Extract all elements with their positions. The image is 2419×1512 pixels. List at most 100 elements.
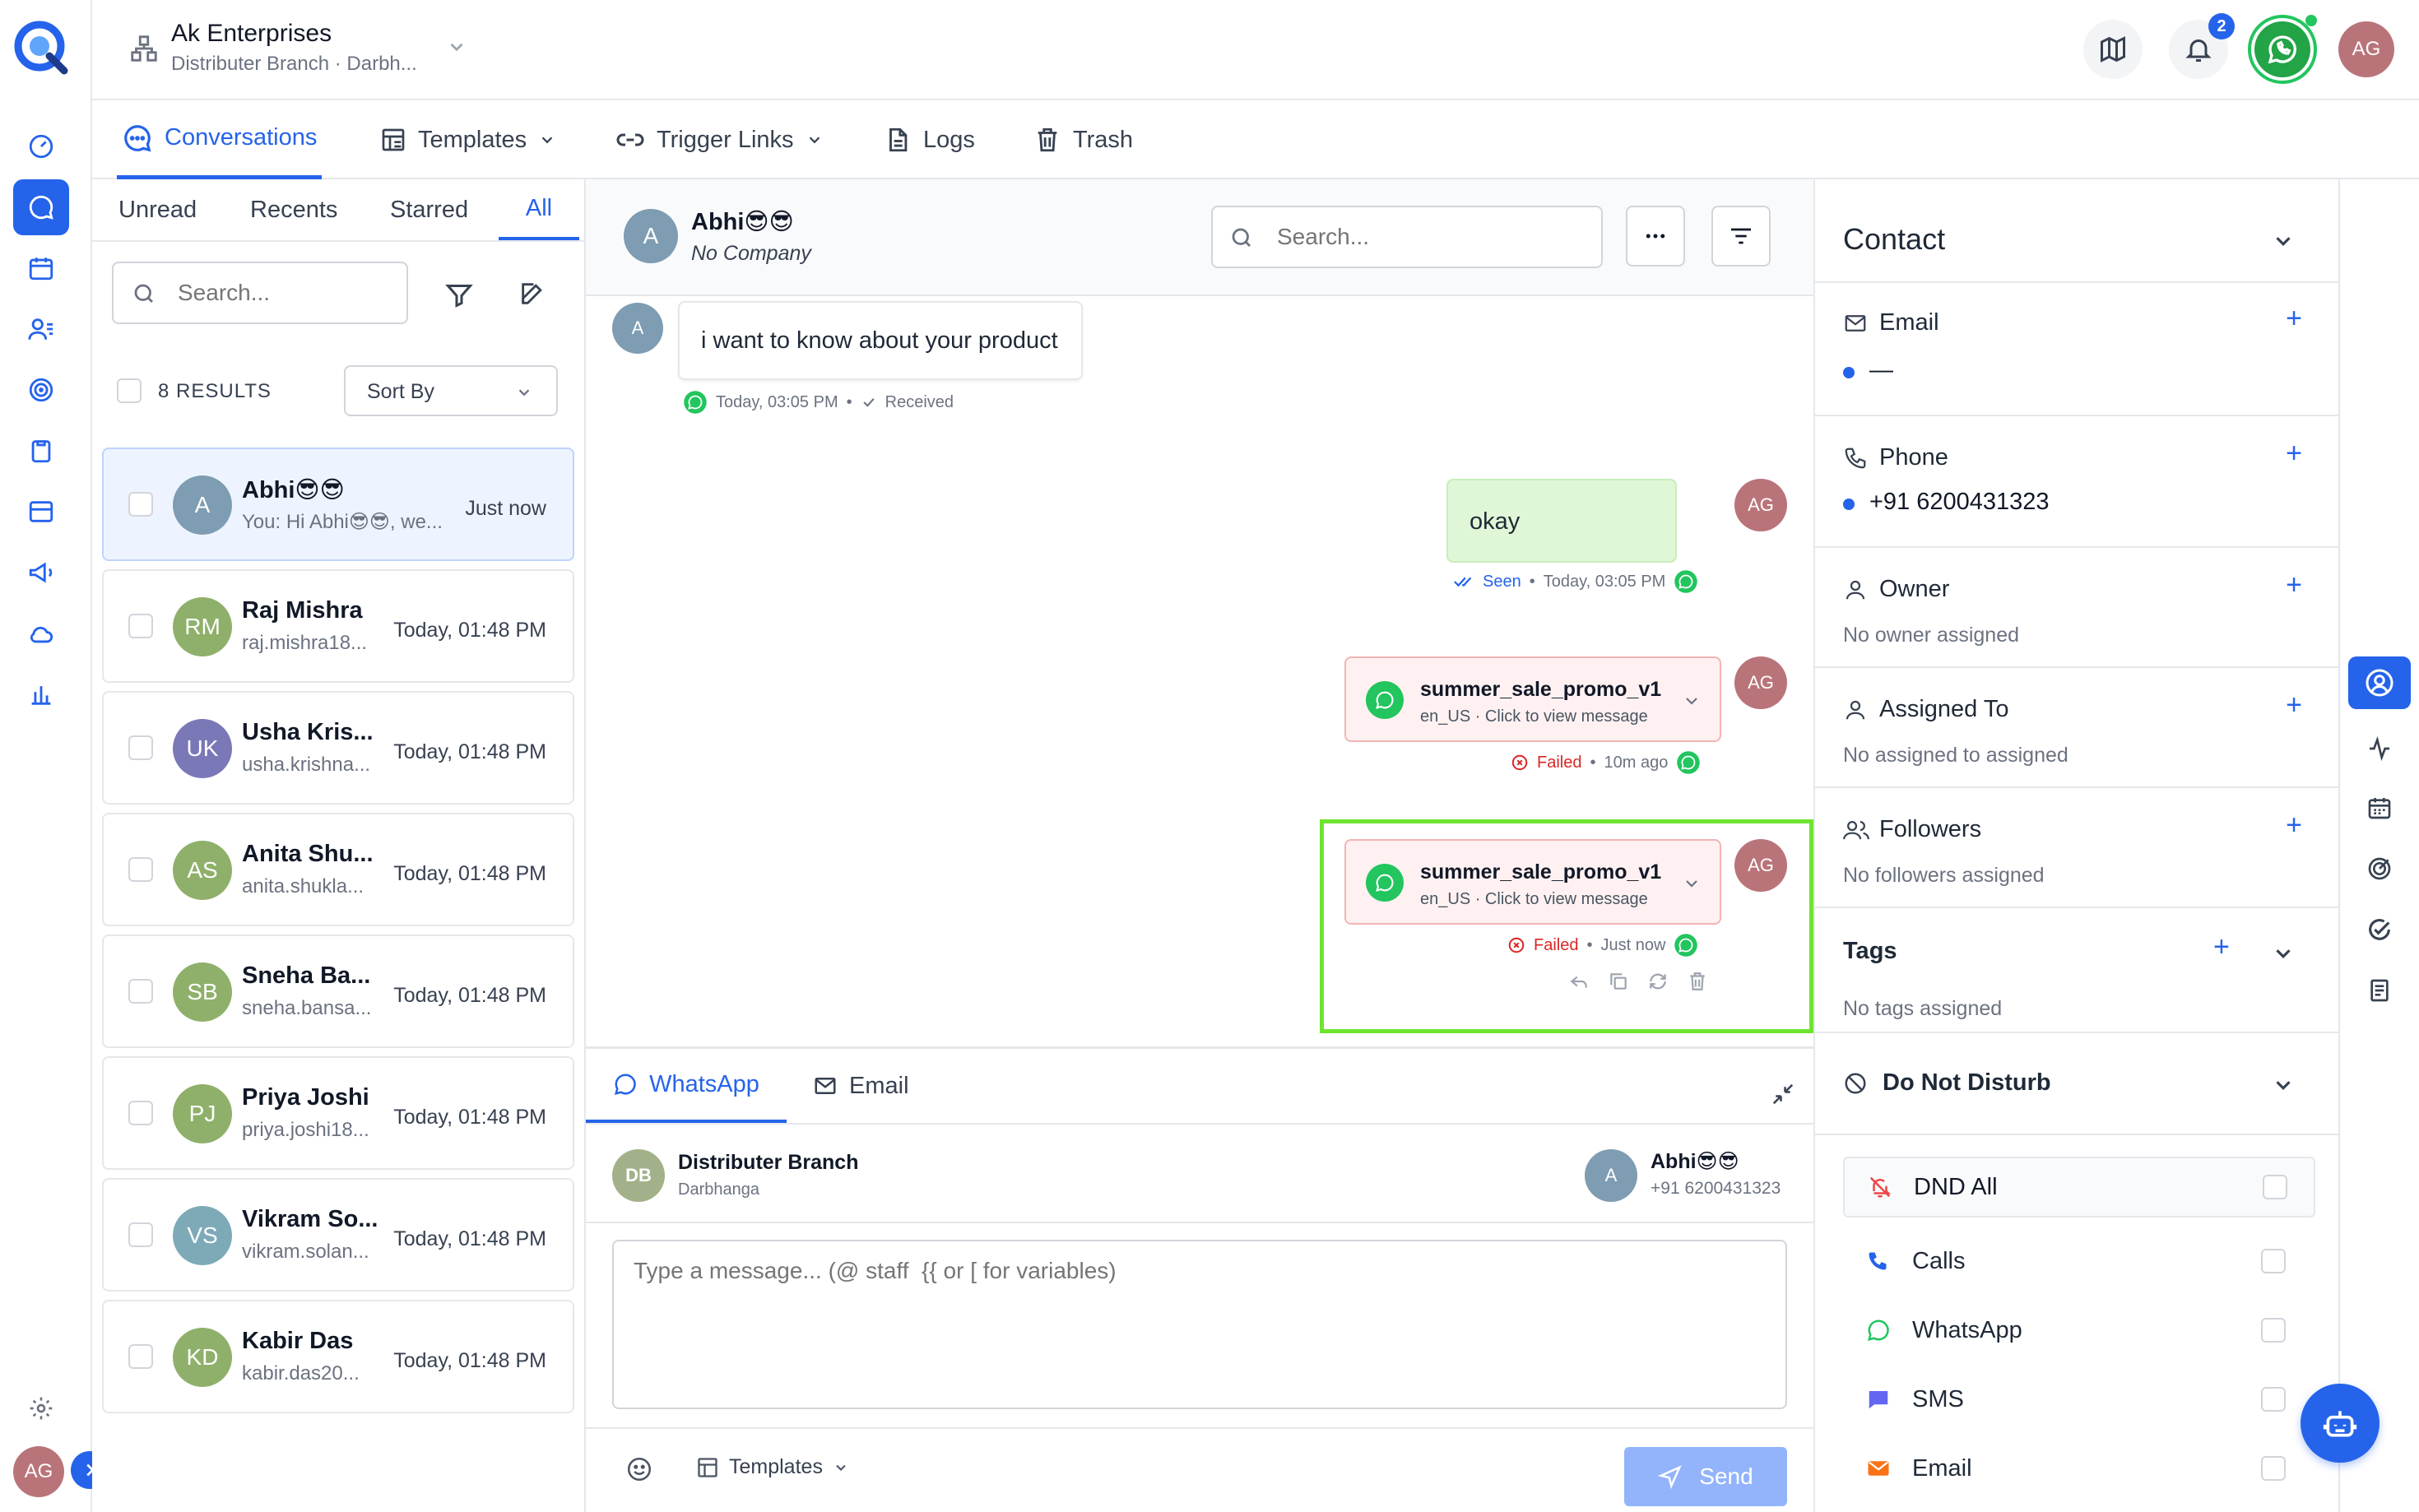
activity-icon[interactable]: [2348, 722, 2411, 775]
sort-by-select[interactable]: Sort By: [344, 365, 558, 416]
message-input[interactable]: [612, 1240, 1787, 1409]
add-assigned-button[interactable]: +: [2286, 689, 2302, 721]
reports-icon[interactable]: [13, 666, 69, 722]
copy-icon[interactable]: [1608, 971, 1629, 992]
retry-icon[interactable]: [1647, 971, 1669, 992]
filter-all[interactable]: All: [499, 179, 579, 240]
dnd-calls-row[interactable]: Calls: [1843, 1231, 2315, 1292]
task-check-icon[interactable]: [2348, 903, 2411, 956]
incoming-message-bubble[interactable]: i want to know about your product: [678, 301, 1083, 380]
tab-templates[interactable]: Templates: [380, 100, 556, 179]
conversation-checkbox[interactable]: [128, 1222, 153, 1247]
filter-starred[interactable]: Starred: [390, 179, 468, 240]
send-button[interactable]: Send: [1624, 1447, 1787, 1506]
composer-tab-email[interactable]: Email: [813, 1049, 909, 1123]
chevron-down-icon[interactable]: [2271, 941, 2296, 966]
chat-contact-name[interactable]: Abhi😎😎: [691, 207, 794, 236]
select-all-checkbox[interactable]: [117, 378, 142, 403]
contact-header[interactable]: Contact: [1815, 194, 2338, 283]
conversation-checkbox[interactable]: [128, 614, 153, 638]
conversation-item[interactable]: PJ Priya Joshi priya.joshi18... Today, 01:4…: [102, 1056, 574, 1170]
conversation-checkbox[interactable]: [128, 492, 153, 517]
tab-logs[interactable]: Logs: [884, 100, 975, 179]
more-options-button[interactable]: [1626, 206, 1685, 267]
calendar-icon[interactable]: [13, 240, 69, 296]
chat-search-input[interactable]: [1277, 219, 1573, 255]
megaphone-icon[interactable]: [13, 545, 69, 601]
chat-filter-button[interactable]: [1711, 206, 1771, 267]
phone-value[interactable]: +91 6200431323: [1869, 489, 2050, 516]
add-phone-button[interactable]: +: [2286, 438, 2302, 470]
reply-icon[interactable]: [1568, 971, 1590, 992]
dnd-whatsapp-row[interactable]: WhatsApp: [1843, 1300, 2315, 1361]
notes-icon[interactable]: [2348, 964, 2411, 1017]
conversation-item[interactable]: AS Anita Shu... anita.shukla... Today, 01:4…: [102, 813, 574, 926]
map-button[interactable]: [2083, 20, 2143, 79]
compose-icon[interactable]: [518, 280, 546, 308]
user-avatar[interactable]: AG: [13, 1446, 64, 1497]
filter-unread[interactable]: Unread: [118, 179, 197, 240]
contacts-icon[interactable]: [13, 301, 69, 357]
dnd-email-checkbox[interactable]: [2261, 1456, 2286, 1481]
target-icon[interactable]: [2348, 842, 2411, 895]
add-tag-button[interactable]: +: [2213, 931, 2230, 963]
dashboard-icon[interactable]: [13, 118, 69, 174]
composer-tab-whatsapp[interactable]: WhatsApp: [586, 1049, 787, 1123]
conversation-checkbox[interactable]: [128, 857, 153, 882]
dnd-calls-checkbox[interactable]: [2261, 1249, 2286, 1273]
dnd-email-row[interactable]: Email: [1843, 1438, 2315, 1499]
settings-icon[interactable]: [13, 1380, 69, 1436]
conversation-item[interactable]: VS Vikram So... vikram.solan... Today, 01:4…: [102, 1178, 574, 1292]
emoji-icon[interactable]: [625, 1455, 653, 1483]
add-owner-button[interactable]: +: [2286, 569, 2302, 601]
assistant-bot-button[interactable]: [2301, 1384, 2380, 1463]
composer-templates-button[interactable]: Templates: [696, 1455, 849, 1479]
tab-trash[interactable]: Trash: [1033, 100, 1133, 179]
whatsapp-status-button[interactable]: [2248, 15, 2317, 84]
conversations-icon[interactable]: [13, 179, 69, 235]
conversation-item[interactable]: RM Raj Mishra raj.mishra18... Today, 01:48 …: [102, 569, 574, 683]
org-chevron-down-icon[interactable]: [446, 36, 467, 58]
dnd-whatsapp-checkbox[interactable]: [2261, 1318, 2286, 1343]
incoming-status: Received: [884, 392, 954, 411]
conversation-item[interactable]: SB Sneha Ba... sneha.bansa... Today, 01:48 …: [102, 935, 574, 1048]
chat-contact-avatar[interactable]: A: [624, 209, 678, 263]
conversation-search-box[interactable]: [112, 262, 408, 324]
conversation-checkbox[interactable]: [128, 735, 153, 760]
filter-recents[interactable]: Recents: [250, 179, 337, 240]
collapse-composer-icon[interactable]: [1771, 1082, 1795, 1106]
outgoing-message-bubble[interactable]: okay: [1446, 479, 1677, 563]
delete-icon[interactable]: [1687, 971, 1708, 992]
layout-icon[interactable]: [13, 484, 69, 540]
app-logo-icon[interactable]: [12, 18, 71, 77]
template-message-card-latest[interactable]: summer_sale_promo_v1 en_US · Click to vi…: [1344, 839, 1721, 925]
dnd-section-header[interactable]: Do Not Disturb: [1815, 1033, 2338, 1135]
clipboard-icon[interactable]: [13, 423, 69, 479]
conversation-item[interactable]: A Abhi😎😎 You: Hi Abhi😎😎, we... Just now: [102, 448, 574, 561]
calendar-icon[interactable]: [2348, 782, 2411, 834]
conversation-checkbox[interactable]: [128, 1101, 153, 1125]
conversation-checkbox[interactable]: [128, 1344, 153, 1369]
dnd-sms-checkbox[interactable]: [2261, 1387, 2286, 1412]
add-follower-button[interactable]: +: [2286, 809, 2302, 842]
template-message-card[interactable]: summer_sale_promo_v1 en_US · Click to vi…: [1344, 656, 1721, 742]
chat-search-box[interactable]: [1211, 206, 1603, 268]
tab-conversations[interactable]: Conversations: [117, 100, 323, 179]
cloud-icon[interactable]: [13, 605, 69, 661]
dnd-all-row[interactable]: DND All: [1843, 1157, 2315, 1217]
profile-avatar[interactable]: AG: [2338, 21, 2394, 77]
dnd-all-checkbox[interactable]: [2263, 1175, 2287, 1199]
target-icon[interactable]: [13, 362, 69, 418]
tab-trigger-links[interactable]: Trigger Links: [615, 100, 824, 179]
conversation-checkbox[interactable]: [128, 979, 153, 1004]
org-name[interactable]: Ak Enterprises: [171, 20, 332, 48]
tags-section: Tags + No tags assigned: [1815, 908, 2338, 1033]
conversation-item[interactable]: UK Usha Kris... usha.krishna... Today, 01:4…: [102, 691, 574, 805]
filter-funnel-icon[interactable]: [444, 280, 474, 309]
contact-profile-icon[interactable]: [2348, 656, 2411, 709]
conversation-search-input[interactable]: [178, 275, 392, 311]
add-email-button[interactable]: +: [2286, 303, 2302, 335]
dnd-sms-row[interactable]: SMS: [1843, 1369, 2315, 1430]
email-value[interactable]: —: [1869, 357, 1893, 384]
conversation-item[interactable]: KD Kabir Das kabir.das20... Today, 01:48 PM: [102, 1300, 574, 1413]
